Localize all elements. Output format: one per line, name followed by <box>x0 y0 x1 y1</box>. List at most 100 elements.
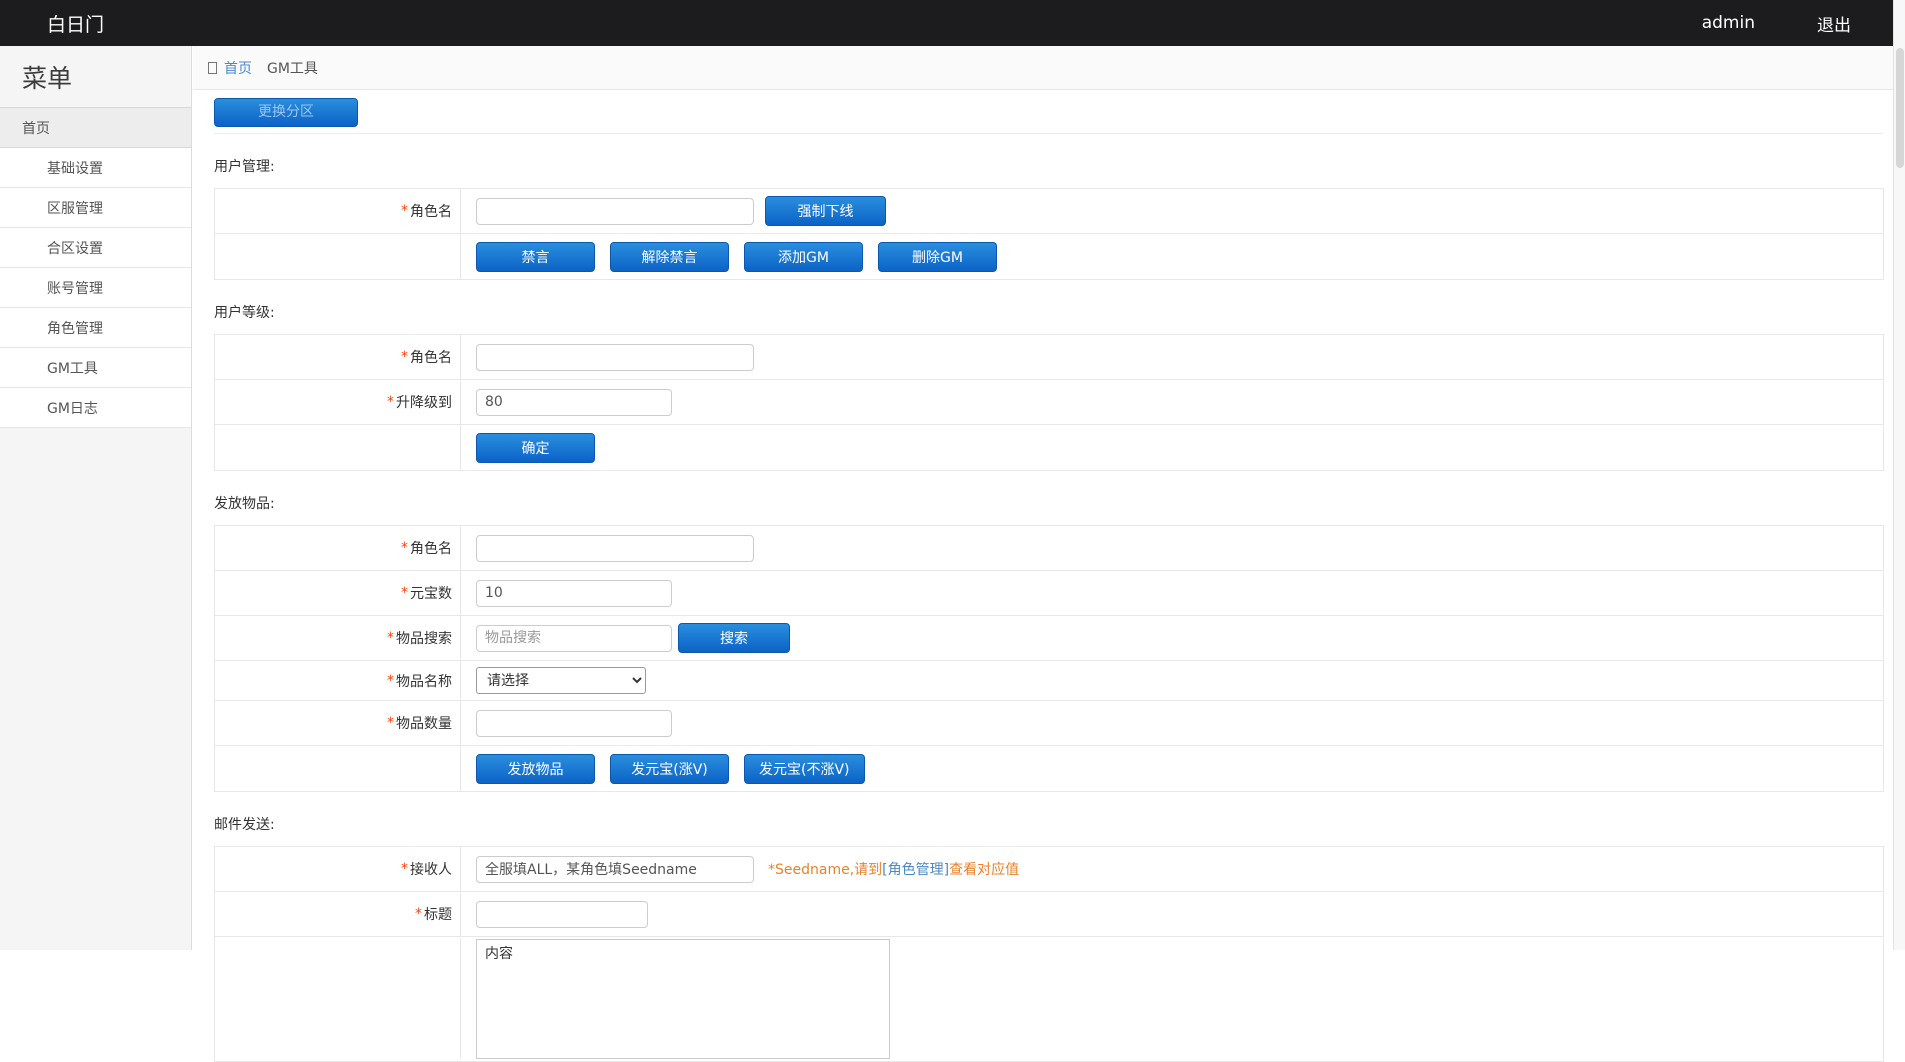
breadcrumb-home-link[interactable]: 首页 <box>224 58 252 78</box>
current-user-link[interactable]: admin <box>1702 13 1755 33</box>
required-mark: * <box>387 630 394 646</box>
breadcrumb: 首页 GM工具 <box>193 46 1893 90</box>
receiver-label: * 接收人 <box>215 847 461 891</box>
give-yuanbao-novip-button[interactable]: 发元宝(不涨V) <box>744 754 865 784</box>
label-text: 物品名称 <box>396 671 452 691</box>
section-title-give-items: 发放物品: <box>214 493 1883 513</box>
sidebar-item-basic-settings[interactable]: 基础设置 <box>0 148 191 188</box>
table-row: * 角色名 强制下线 <box>215 189 1883 234</box>
label-text: 升降级到 <box>396 392 452 412</box>
yuanbao-label: * 元宝数 <box>215 571 461 615</box>
table-row: 内容 <box>215 937 1883 1061</box>
topbar: 白日门 admin 退出 <box>0 0 1893 46</box>
user-level-table: * 角色名 * 升降级到 确定 <box>214 334 1884 471</box>
receiver-input[interactable] <box>476 856 754 883</box>
item-count-input[interactable] <box>476 710 672 737</box>
give-item-button[interactable]: 发放物品 <box>476 754 595 784</box>
role-name-label: * 角色名 <box>215 335 461 379</box>
breadcrumb-current: GM工具 <box>267 58 318 78</box>
subject-label: * 标题 <box>215 892 461 936</box>
item-search-label: * 物品搜索 <box>215 616 461 660</box>
give-items-button-group: 发放物品 发元宝(涨V) 发元宝(不涨V) <box>476 754 865 784</box>
add-gm-button[interactable]: 添加GM <box>744 242 863 272</box>
field-cell: 内容 <box>461 939 1883 1059</box>
label-text: 物品搜索 <box>396 628 452 648</box>
section-title-user-manage: 用户管理: <box>214 156 1883 176</box>
app-title: 白日门 <box>47 10 104 37</box>
required-mark: * <box>387 394 394 410</box>
mail-table: * 接收人 *Seedname,请到[角色管理]查看对应值 * 标题 <box>214 846 1884 1062</box>
force-offline-button[interactable]: 强制下线 <box>765 196 886 226</box>
search-button[interactable]: 搜索 <box>678 623 790 653</box>
item-search-input[interactable] <box>476 625 672 652</box>
role-manage-link[interactable]: [角色管理] <box>882 862 949 878</box>
required-mark: * <box>401 540 408 556</box>
required-mark: * <box>401 349 408 365</box>
sidebar-item-merge-settings[interactable]: 合区设置 <box>0 228 191 268</box>
required-mark: * <box>401 861 408 877</box>
field-cell <box>461 901 1883 928</box>
field-cell: 搜索 <box>461 623 1883 653</box>
mail-content-textarea[interactable]: 内容 <box>476 939 890 1059</box>
empty-label <box>215 234 461 279</box>
table-row: 禁言 解除禁言 添加GM 删除GM <box>215 234 1883 279</box>
logout-button[interactable]: 退出 <box>1817 11 1851 36</box>
required-mark: * <box>387 715 394 731</box>
yuanbao-count-input[interactable] <box>476 580 672 607</box>
label-text: 元宝数 <box>410 583 452 603</box>
field-cell: *Seedname,请到[角色管理]查看对应值 <box>461 856 1883 883</box>
field-cell <box>461 535 1883 562</box>
label-text: 物品数量 <box>396 713 452 733</box>
field-cell: 确定 <box>461 433 1883 463</box>
scrollbar-thumb[interactable] <box>1896 48 1904 168</box>
field-cell: 请选择 <box>461 667 1883 694</box>
mail-subject-input[interactable] <box>476 901 648 928</box>
sidebar-item-gm-tools[interactable]: GM工具 <box>0 348 191 388</box>
vertical-scrollbar[interactable] <box>1893 0 1905 950</box>
table-row: * 升降级到 <box>215 380 1883 425</box>
confirm-level-button[interactable]: 确定 <box>476 433 595 463</box>
hint-suffix: 查看对应值 <box>949 862 1019 878</box>
sidebar-title: 菜单 <box>0 46 191 107</box>
sidebar-item-role-manage[interactable]: 角色管理 <box>0 308 191 348</box>
role-name-input[interactable] <box>476 198 754 225</box>
label-text: 接收人 <box>410 859 452 879</box>
section-title-user-level: 用户等级: <box>214 302 1883 322</box>
mute-button[interactable]: 禁言 <box>476 242 595 272</box>
table-row: 发放物品 发元宝(涨V) 发元宝(不涨V) <box>215 746 1883 791</box>
hint-prefix: *Seedname,请到 <box>768 862 882 878</box>
level-value-input[interactable] <box>476 389 672 416</box>
item-count-label: * 物品数量 <box>215 701 461 745</box>
content: 更换分区 用户管理: * 角色名 强制下线 禁言 解除禁言 <box>193 90 1893 1062</box>
sidebar-item-home[interactable]: 首页 <box>0 107 191 148</box>
table-row: * 元宝数 <box>215 571 1883 616</box>
sidebar-item-server-manage[interactable]: 区服管理 <box>0 188 191 228</box>
required-mark: * <box>387 673 394 689</box>
sidebar-item-gm-log[interactable]: GM日志 <box>0 388 191 428</box>
unmute-button[interactable]: 解除禁言 <box>610 242 729 272</box>
table-row: * 物品搜索 搜索 <box>215 616 1883 661</box>
field-cell <box>461 389 1883 416</box>
field-cell: 强制下线 <box>461 196 1883 226</box>
field-cell: 发放物品 发元宝(涨V) 发元宝(不涨V) <box>461 754 1883 784</box>
home-icon <box>208 62 217 74</box>
item-name-label: * 物品名称 <box>215 661 461 700</box>
switch-zone-button[interactable]: 更换分区 <box>214 98 358 127</box>
level-role-name-input[interactable] <box>476 344 754 371</box>
table-row: 确定 <box>215 425 1883 470</box>
sidebar: 菜单 首页 基础设置 区服管理 合区设置 账号管理 角色管理 GM工具 GM日志 <box>0 46 192 950</box>
sidebar-item-account-manage[interactable]: 账号管理 <box>0 268 191 308</box>
label-text: 角色名 <box>410 201 452 221</box>
give-yuanbao-vip-button[interactable]: 发元宝(涨V) <box>610 754 729 784</box>
empty-label <box>215 939 461 1059</box>
switch-zone-row: 更换分区 <box>214 90 1883 134</box>
remove-gm-button[interactable]: 删除GM <box>878 242 997 272</box>
give-role-name-input[interactable] <box>476 535 754 562</box>
item-name-select[interactable]: 请选择 <box>476 667 646 694</box>
role-name-label: * 角色名 <box>215 189 461 233</box>
give-items-table: * 角色名 * 元宝数 * 物品搜索 <box>214 525 1884 792</box>
role-name-label: * 角色名 <box>215 526 461 570</box>
required-mark: * <box>401 203 408 219</box>
section-title-mail: 邮件发送: <box>214 814 1883 834</box>
field-cell: 禁言 解除禁言 添加GM 删除GM <box>461 242 1883 272</box>
